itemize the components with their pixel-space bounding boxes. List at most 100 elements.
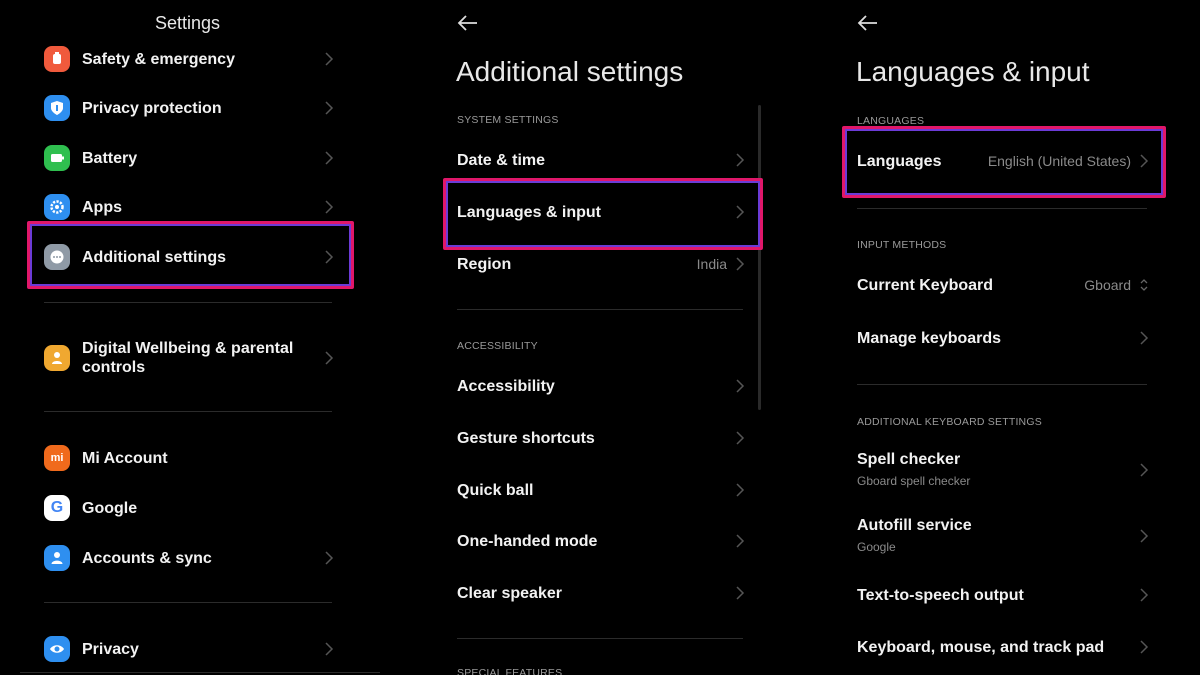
privacy-protection-icon: [44, 95, 70, 121]
settings-item-label: Text-to-speech output: [857, 586, 1024, 604]
chevron-right-icon: [324, 642, 334, 656]
settings-item-languages[interactable]: Languages English (United States): [857, 141, 1149, 181]
battery-icon: [44, 145, 70, 171]
settings-item-digital-wellbeing[interactable]: Digital Wellbeing & parental controls: [44, 336, 334, 380]
chevron-right-icon: [324, 351, 334, 365]
settings-item-accessibility[interactable]: Accessibility: [457, 366, 745, 406]
current-keyboard-value: Gboard: [1084, 277, 1131, 293]
divider: [857, 208, 1147, 209]
settings-item-label: Accounts & sync: [82, 549, 212, 567]
settings-item-safety[interactable]: Safety & emergency: [44, 39, 334, 79]
settings-item-label: Accessibility: [457, 377, 555, 395]
chevron-right-icon: [735, 586, 745, 600]
settings-item-current-keyboard[interactable]: Current Keyboard Gboard: [857, 265, 1149, 305]
safety-icon: [44, 46, 70, 72]
settings-item-battery[interactable]: Battery: [44, 138, 334, 178]
settings-item-label: Clear speaker: [457, 584, 562, 602]
divider: [20, 672, 380, 673]
divider: [44, 302, 332, 303]
settings-item-label: Quick ball: [457, 481, 534, 499]
section-header-accessibility: ACCESSIBILITY: [457, 340, 538, 352]
section-header-additional-keyboard: ADDITIONAL KEYBOARD SETTINGS: [857, 416, 1042, 428]
divider: [457, 638, 743, 639]
chevron-right-icon: [324, 250, 334, 264]
chevron-right-icon: [324, 101, 334, 115]
chevron-right-icon: [1139, 154, 1149, 168]
eye-icon: [44, 636, 70, 662]
settings-item-additional-settings[interactable]: Additional settings: [44, 237, 334, 277]
back-arrow-icon[interactable]: [857, 14, 879, 32]
settings-item-label: Spell checker Gboard spell checker: [857, 450, 970, 491]
divider: [857, 384, 1147, 385]
settings-item-spell-checker[interactable]: Spell checker Gboard spell checker: [857, 448, 1149, 492]
settings-item-subtitle: Google: [857, 539, 896, 554]
settings-item-clear-speaker[interactable]: Clear speaker: [457, 573, 745, 613]
settings-item-manage-keyboards[interactable]: Manage keyboards: [857, 318, 1149, 358]
section-header-input-methods: INPUT METHODS: [857, 239, 947, 251]
wellbeing-icon: [44, 345, 70, 371]
settings-item-date-time[interactable]: Date & time: [457, 140, 745, 180]
settings-item-label: Google: [82, 499, 138, 517]
settings-item-label: Date & time: [457, 151, 546, 169]
languages-input-panel: Languages & input LANGUAGES Languages En…: [800, 0, 1200, 675]
settings-item-keyboard-mouse-trackpad[interactable]: Keyboard, mouse, and track pad: [857, 627, 1149, 667]
settings-item-label: Digital Wellbeing & parental controls: [82, 340, 294, 376]
chevron-right-icon: [735, 431, 745, 445]
additional-settings-panel: Additional settings SYSTEM SETTINGS Date…: [400, 0, 800, 675]
chevron-right-icon: [735, 534, 745, 548]
chevron-right-icon: [1139, 529, 1149, 543]
account-icon: [44, 545, 70, 571]
settings-item-region[interactable]: Region India: [457, 244, 745, 284]
divider: [44, 602, 332, 603]
chevron-up-down-icon: [1139, 278, 1149, 292]
scrollbar[interactable]: [758, 105, 761, 410]
settings-item-languages-input[interactable]: Languages & input: [457, 192, 745, 232]
back-arrow-icon[interactable]: [457, 14, 479, 32]
settings-item-google[interactable]: G Google: [44, 488, 334, 528]
chevron-right-icon: [735, 257, 745, 271]
page-title: Languages & input: [856, 56, 1090, 87]
chevron-right-icon: [1139, 463, 1149, 477]
settings-item-one-handed-mode[interactable]: One-handed mode: [457, 521, 745, 561]
chevron-right-icon: [324, 52, 334, 66]
settings-item-label: Keyboard, mouse, and track pad: [857, 638, 1105, 656]
settings-item-label: Apps: [82, 198, 122, 216]
chevron-right-icon: [735, 153, 745, 167]
settings-item-quick-ball[interactable]: Quick ball: [457, 470, 745, 510]
settings-item-label: Gesture shortcuts: [457, 429, 595, 447]
page-title: Additional settings: [456, 56, 684, 87]
settings-item-label: One-handed mode: [457, 532, 598, 550]
settings-panel: Settings Safety & emergency Privacy prot…: [0, 0, 400, 675]
chevron-right-icon: [324, 551, 334, 565]
page-title: Settings: [154, 13, 221, 33]
more-dots-icon: [44, 244, 70, 270]
chevron-right-icon: [1139, 331, 1149, 345]
settings-item-privacy-protection[interactable]: Privacy protection: [44, 88, 334, 128]
settings-item-label: Manage keyboards: [857, 329, 1002, 347]
settings-item-subtitle: Gboard spell checker: [857, 473, 971, 488]
chevron-right-icon: [735, 205, 745, 219]
settings-item-text-to-speech[interactable]: Text-to-speech output: [857, 575, 1149, 615]
settings-item-label: Autofill service Google: [857, 516, 972, 557]
settings-item-privacy[interactable]: Privacy: [44, 629, 334, 669]
region-value: India: [696, 256, 727, 272]
mi-icon: mi: [44, 445, 70, 471]
chevron-right-icon: [324, 200, 334, 214]
settings-item-autofill-service[interactable]: Autofill service Google: [857, 514, 1149, 558]
settings-item-accounts-sync[interactable]: Accounts & sync: [44, 538, 334, 578]
chevron-right-icon: [735, 379, 745, 393]
settings-item-label: Current Keyboard: [857, 276, 994, 294]
section-header-special: SPECIAL FEATURES: [457, 667, 563, 675]
settings-item-label: Safety & emergency: [82, 50, 235, 68]
chevron-right-icon: [1139, 588, 1149, 602]
languages-value: English (United States): [987, 153, 1131, 169]
settings-item-label: Privacy protection: [82, 99, 222, 117]
settings-item-label: Mi Account: [82, 449, 168, 467]
chevron-right-icon: [735, 483, 745, 497]
divider: [44, 411, 332, 412]
settings-item-mi-account[interactable]: mi Mi Account: [44, 438, 334, 478]
settings-item-label: Battery: [82, 149, 138, 167]
divider: [457, 309, 743, 310]
settings-item-gesture-shortcuts[interactable]: Gesture shortcuts: [457, 418, 745, 458]
section-header-system: SYSTEM SETTINGS: [457, 114, 559, 126]
